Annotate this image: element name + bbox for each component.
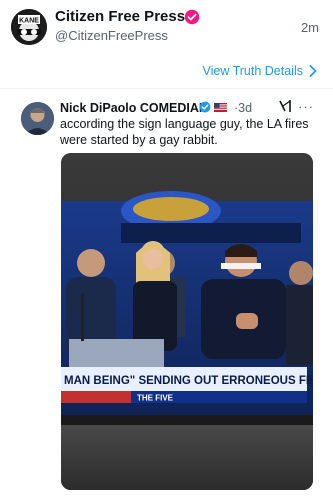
flag-icon [214,102,227,112]
post-media[interactable]: MAN BEING" SENDING OUT ERRONEOUS FIRE AL… [61,153,313,490]
embedded-timestamp[interactable]: ·3d [234,101,252,115]
display-name[interactable]: Citizen Free Press [55,8,185,25]
avatar-image: KANE [11,9,47,45]
embedded-avatar[interactable] [21,102,54,135]
embedded-badges [199,101,227,113]
embedded-avatar-image [21,102,54,135]
view-truth-details-label: View Truth Details [202,64,303,78]
grok-icon[interactable] [278,99,292,113]
chyron-text: MAN BEING" SENDING OUT ERRONEOUS FIRE AL… [64,375,313,387]
verified-badge-icon [184,9,200,25]
divider [0,88,333,89]
avatar-label: KANE [19,18,39,25]
embedded-time-value: 3d [238,101,253,115]
embedded-display-name[interactable]: Nick DiPaolo COMEDIAN [60,101,208,115]
tv-photo: MAN BEING" SENDING OUT ERRONEOUS FIRE AL… [61,153,313,490]
timestamp[interactable]: 2m [301,20,319,35]
avatar[interactable]: KANE [11,9,47,45]
network-label: THE FIVE [137,394,174,403]
chevron-right-icon [309,65,317,77]
more-icon[interactable]: ··· [298,99,314,114]
embedded-post-text: according the sign language guy, the LA … [60,117,309,147]
view-truth-details-link[interactable]: View Truth Details [202,64,317,78]
verified-blue-icon [199,101,211,113]
handle[interactable]: @CitizenFreePress [55,28,168,43]
